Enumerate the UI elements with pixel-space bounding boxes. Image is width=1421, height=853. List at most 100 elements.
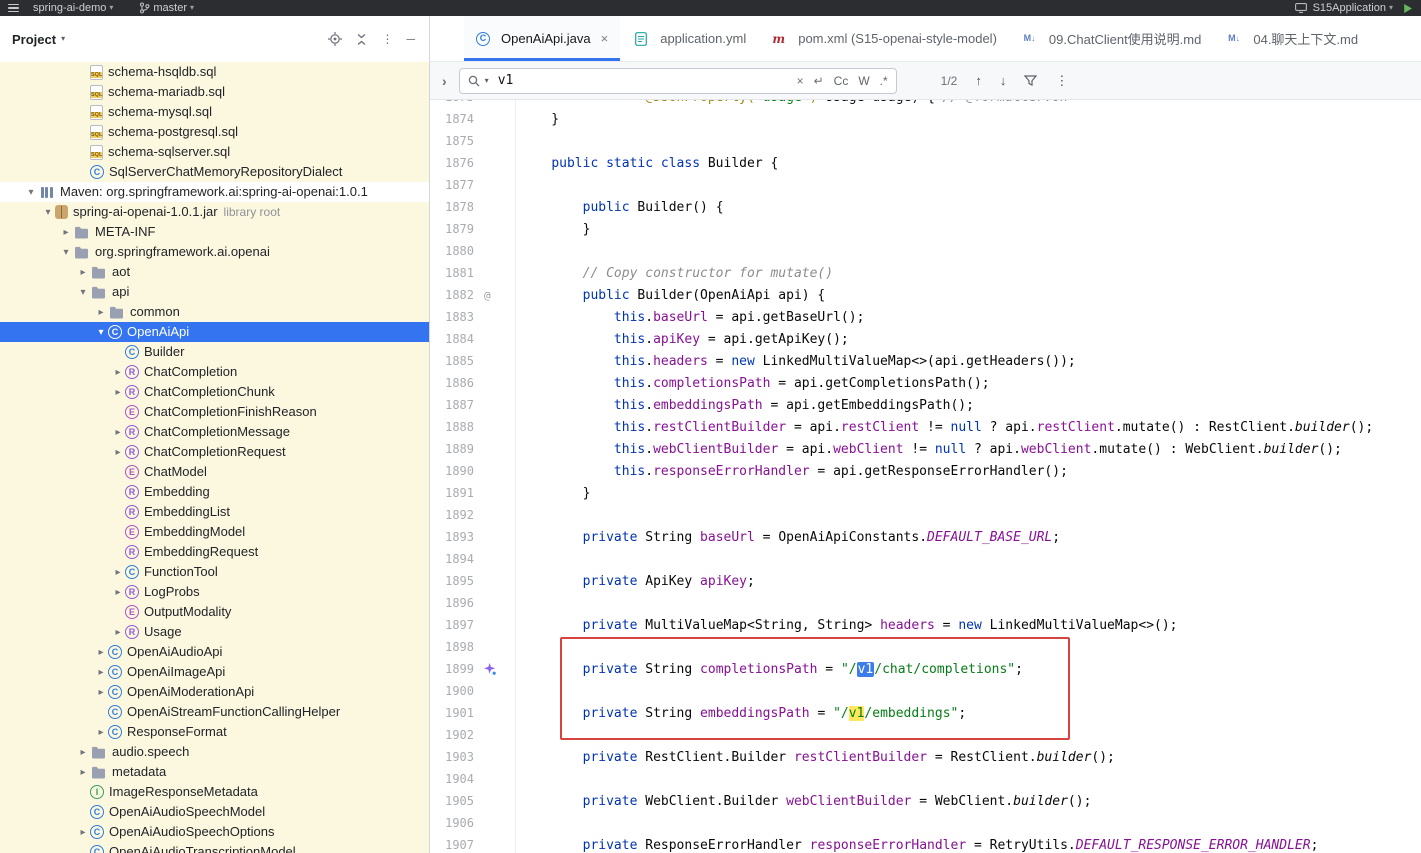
code-line-1905[interactable]: 1905 private WebClient.Builder webClient… [430,790,1421,812]
chevron-right-icon[interactable]: ▸ [59,227,73,238]
code-line-1882[interactable]: 1882@ public Builder(OpenAiApi api) { [430,284,1421,306]
next-match-icon[interactable]: ↓ [1000,74,1007,87]
code-line-1884[interactable]: 1884 this.apiKey = api.getApiKey(); [430,328,1421,350]
line-number[interactable]: 1891 [430,486,474,500]
code-area[interactable]: 1873 @JsonProperty("usage") Usage usage)… [430,100,1421,853]
code-line-1902[interactable]: 1902 [430,724,1421,746]
chevron-right-icon[interactable]: ▸ [111,387,125,398]
tree-item-outputmodality[interactable]: EOutputModality [0,602,429,622]
clear-search-icon[interactable]: × [797,75,804,87]
line-number[interactable]: 1900 [430,684,474,698]
code-line-1886[interactable]: 1886 this.completionsPath = api.getCompl… [430,372,1421,394]
tree-item-api[interactable]: ▾api [0,282,429,302]
chevron-right-icon[interactable]: ▸ [94,667,108,678]
chevron-right-icon[interactable]: ▸ [111,587,125,598]
chevron-right-icon[interactable]: ▸ [76,827,90,838]
project-widget[interactable]: spring-ai-demo ▾ [33,2,113,14]
tree-item-chatcompletionfinishreason[interactable]: EChatCompletionFinishReason [0,402,429,422]
tree-item-schema-mariadb-sql[interactable]: SQLschema-mariadb.sql [0,82,429,102]
editor-tab-09-chatclient-md[interactable]: M↓09.ChatClient使用说明.md [1009,16,1213,61]
tree-item-builder[interactable]: CBuilder [0,342,429,362]
tree-item-openaiaudioapi[interactable]: ▸COpenAiAudioApi [0,642,429,662]
code-line-1893[interactable]: 1893 private String baseUrl = OpenAiApiC… [430,526,1421,548]
hide-panel-icon[interactable]: ─ [406,33,415,45]
collapse-all-icon[interactable] [355,33,368,46]
tree-item-openaiaudiospeechmodel[interactable]: COpenAiAudioSpeechModel [0,802,429,822]
code-line-1875[interactable]: 1875 [430,130,1421,152]
tree-item-schema-hsqldb-sql[interactable]: SQLschema-hsqldb.sql [0,62,429,82]
line-number[interactable]: 1878 [430,200,474,214]
editor-tab-openaiapi-java[interactable]: COpenAiApi.java× [464,16,620,61]
chevron-right-icon[interactable]: ▸ [76,747,90,758]
chevron-right-icon[interactable]: ▸ [94,727,108,738]
tree-item-openaiapi[interactable]: ▾COpenAiApi [0,322,429,342]
code-line-1901[interactable]: 1901 private String embeddingsPath = "/v… [430,702,1421,724]
code-line-1903[interactable]: 1903 private RestClient.Builder restClie… [430,746,1421,768]
expand-search-icon[interactable]: › [442,73,447,89]
chevron-right-icon[interactable]: ▸ [111,427,125,438]
line-number[interactable]: 1897 [430,618,474,632]
filter-icon[interactable] [1024,75,1037,87]
line-number[interactable]: 1877 [430,178,474,192]
chevron-down-icon[interactable]: ▾ [24,187,38,198]
vcs-branch-widget[interactable]: master ▾ [139,2,194,14]
tree-item-schema-mysql-sql[interactable]: SQLschema-mysql.sql [0,102,429,122]
tree-item-chatcompletionmessage[interactable]: ▸RChatCompletionMessage [0,422,429,442]
chevron-down-icon[interactable]: ▾ [61,35,65,43]
editor-tab-pom-xml-s15-openai-style-model[interactable]: mpom.xml (S15-openai-style-model) [758,16,1009,61]
previous-match-icon[interactable]: ↑ [975,74,982,87]
tree-item-embeddingmodel[interactable]: EEmbeddingModel [0,522,429,542]
tree-item-audio-speech[interactable]: ▸audio.speech [0,742,429,762]
line-number[interactable]: 1892 [430,508,474,522]
tree-item-embedding[interactable]: REmbedding [0,482,429,502]
line-number[interactable]: 1888 [430,420,474,434]
tree-item-responseformat[interactable]: ▸CResponseFormat [0,722,429,742]
chevron-right-icon[interactable]: ▸ [111,447,125,458]
code-line-1894[interactable]: 1894 [430,548,1421,570]
code-line-1876[interactable]: 1876 public static class Builder { [430,152,1421,174]
tree-item-embeddinglist[interactable]: REmbeddingList [0,502,429,522]
search-input[interactable]: ▾ v1 × ↵ CcW.* [459,68,897,94]
search-history-icon[interactable]: ▾ [485,77,489,85]
code-line-1878[interactable]: 1878 public Builder() { [430,196,1421,218]
run-button[interactable] [1403,3,1413,14]
tree-item-sqlserverchatmemoryrepositorydialect[interactable]: CSqlServerChatMemoryRepositoryDialect [0,162,429,182]
chevron-right-icon[interactable]: ▸ [76,267,90,278]
chevron-right-icon[interactable]: ▸ [94,647,108,658]
more-options-icon[interactable]: ⋮ [381,33,393,45]
line-number[interactable]: 1874 [430,112,474,126]
code-line-1874[interactable]: 1874 } [430,108,1421,130]
tree-item-org-springframework-ai-openai[interactable]: ▾org.springframework.ai.openai [0,242,429,262]
tree-item-schema-sqlserver-sql[interactable]: SQLschema-sqlserver.sql [0,142,429,162]
code-line-1889[interactable]: 1889 this.webClientBuilder = api.webClie… [430,438,1421,460]
line-number[interactable]: 1890 [430,464,474,478]
tree-item-usage[interactable]: ▸RUsage [0,622,429,642]
toggle-whole-words[interactable]: W [858,74,869,88]
code-line-1890[interactable]: 1890 this.responseErrorHandler = api.get… [430,460,1421,482]
code-line-1899[interactable]: 1899 private String completionsPath = "/… [430,658,1421,680]
line-number[interactable]: 1876 [430,156,474,170]
line-number[interactable]: 1883 [430,310,474,324]
line-number[interactable]: 1896 [430,596,474,610]
tree-item-chatcompletion[interactable]: ▸RChatCompletion [0,362,429,382]
code-line-1881[interactable]: 1881 // Copy constructor for mutate() [430,262,1421,284]
line-number[interactable]: 1903 [430,750,474,764]
chevron-right-icon[interactable]: ▸ [76,767,90,778]
tree-item-logprobs[interactable]: ▸RLogProbs [0,582,429,602]
line-number[interactable]: 1894 [430,552,474,566]
line-number[interactable]: 1879 [430,222,474,236]
line-number[interactable]: 1882 [430,288,474,302]
line-number[interactable]: 1902 [430,728,474,742]
tree-item-metadata[interactable]: ▸metadata [0,762,429,782]
line-number[interactable]: 1895 [430,574,474,588]
tree-item-chatcompletionchunk[interactable]: ▸RChatCompletionChunk [0,382,429,402]
code-line-1900[interactable]: 1900 [430,680,1421,702]
tree-item-meta-inf[interactable]: ▸META-INF [0,222,429,242]
code-line-1907[interactable]: 1907 private ResponseErrorHandler respon… [430,834,1421,853]
line-number[interactable]: 1881 [430,266,474,280]
line-number[interactable]: 1898 [430,640,474,654]
main-menu-icon[interactable] [8,2,19,14]
code-line-1887[interactable]: 1887 this.embeddingsPath = api.getEmbedd… [430,394,1421,416]
tree-item-schema-postgresql-sql[interactable]: SQLschema-postgresql.sql [0,122,429,142]
code-line-1877[interactable]: 1877 [430,174,1421,196]
